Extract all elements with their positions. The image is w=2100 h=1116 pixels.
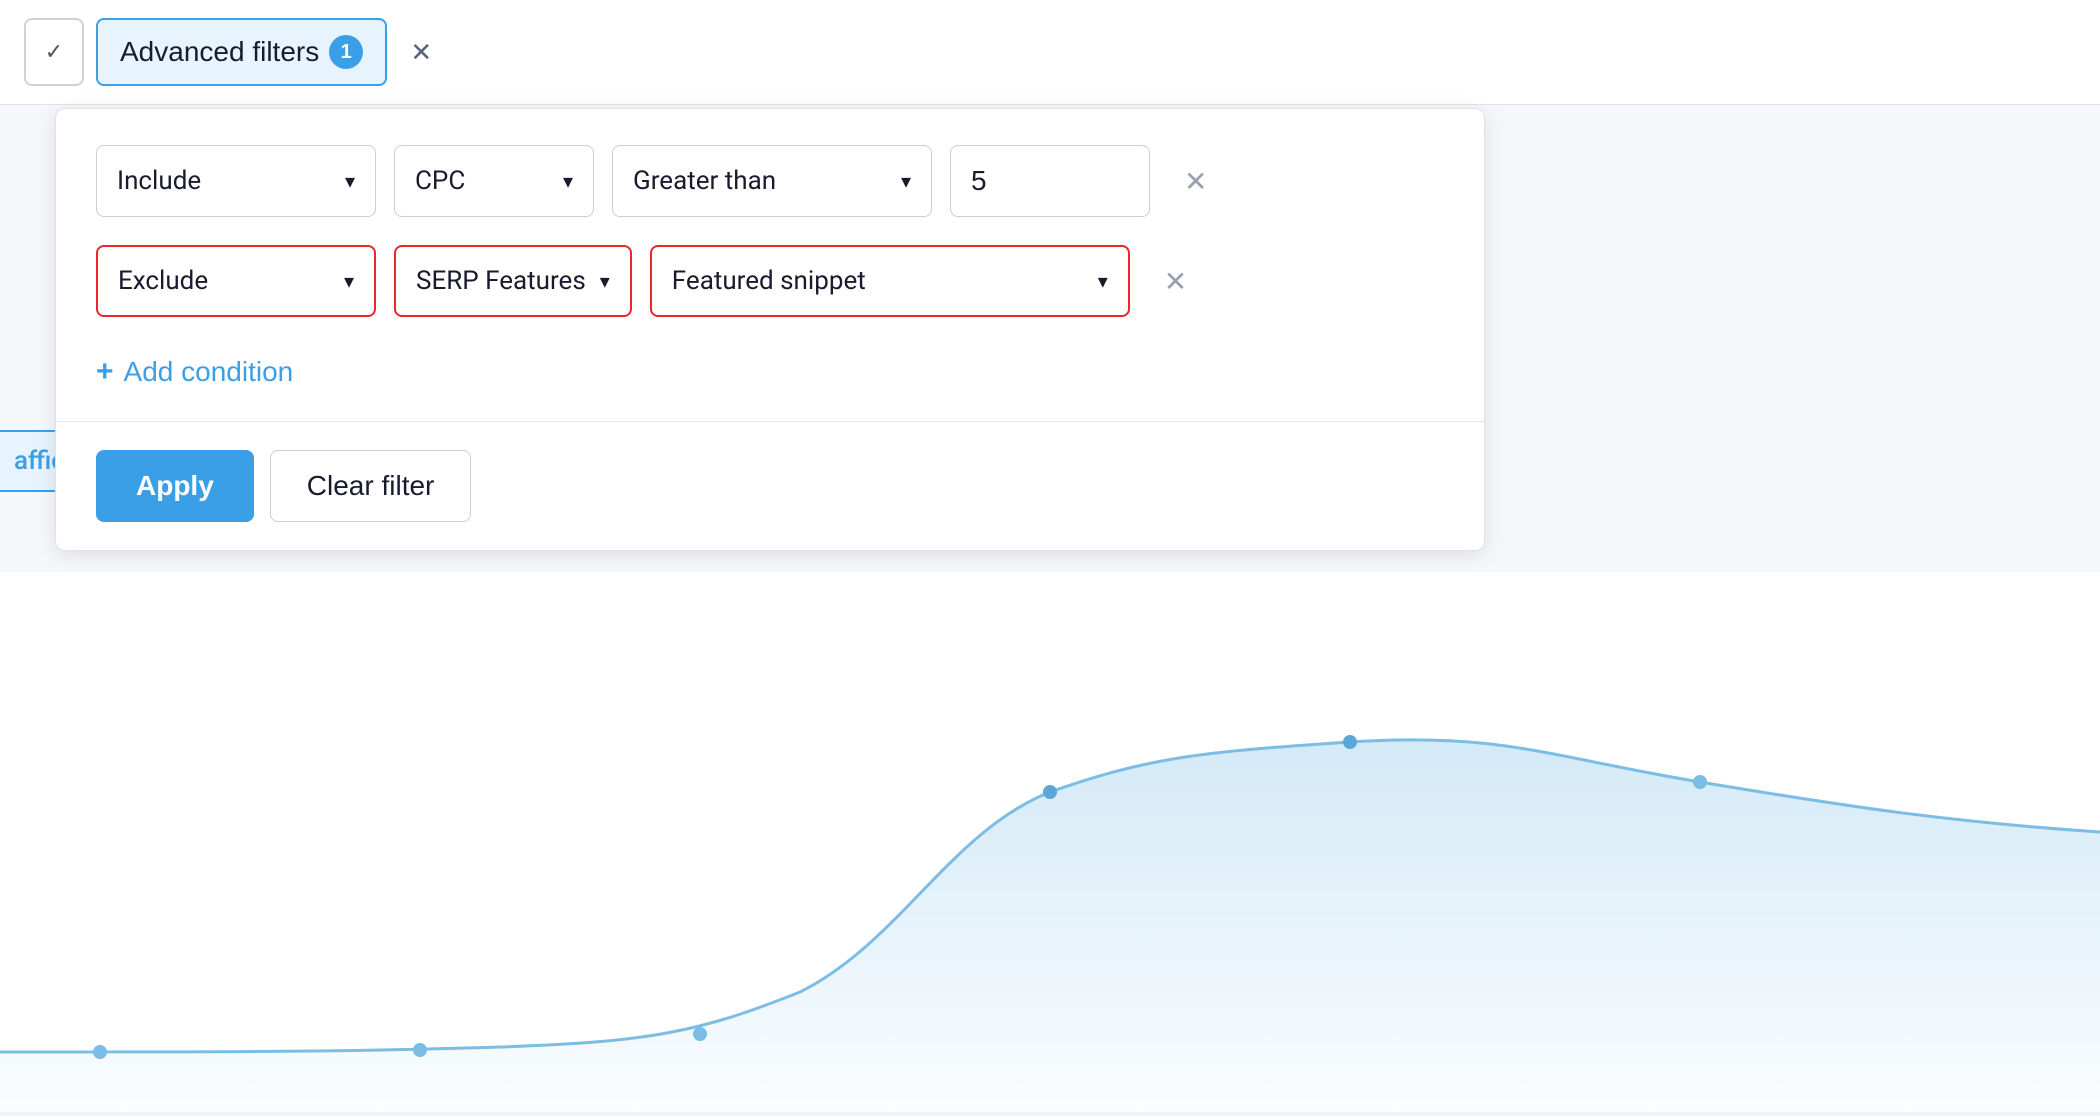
chart-point <box>1343 735 1357 749</box>
serp-features-select[interactable]: SERP Features ▾ <box>394 245 632 317</box>
row2-close-icon: ✕ <box>1164 265 1187 298</box>
chart-area <box>0 572 2100 1112</box>
toolbar: ✓ Advanced filters 1 ✕ <box>0 0 2100 105</box>
exclude-select-value: Exclude <box>118 266 208 296</box>
filter-panel-inner: Include ▾ CPC ▾ Greater than ▾ ✕ <box>56 109 1484 421</box>
include-chevron-icon: ▾ <box>345 169 355 193</box>
row2-close-button[interactable]: ✕ <box>1156 257 1195 306</box>
clear-filter-button[interactable]: Clear filter <box>270 450 472 522</box>
include-select[interactable]: Include ▾ <box>96 145 376 217</box>
serp-chevron-icon: ▾ <box>600 269 610 293</box>
filter-panel: Include ▾ CPC ▾ Greater than ▾ ✕ <box>55 108 1485 551</box>
close-icon: ✕ <box>410 37 432 68</box>
row1-close-button[interactable]: ✕ <box>1176 157 1215 206</box>
chart-point <box>1693 775 1707 789</box>
advanced-filters-label: Advanced filters <box>120 36 319 68</box>
page-wrapper: ✓ Advanced filters 1 ✕ Include ▾ CPC ▾ <box>0 0 2100 1112</box>
apply-button[interactable]: Apply <box>96 450 254 522</box>
panel-actions: Apply Clear filter <box>56 422 1484 550</box>
advanced-filters-button[interactable]: Advanced filters 1 <box>96 18 387 86</box>
gt-chevron-icon: ▾ <box>901 169 911 193</box>
plus-icon: + <box>96 355 114 389</box>
close-advanced-filters-button[interactable]: ✕ <box>399 30 443 74</box>
serp-select-value: SERP Features <box>416 266 586 296</box>
include-select-value: Include <box>117 166 201 196</box>
row1-close-icon: ✕ <box>1184 165 1207 198</box>
featured-select-value: Featured snippet <box>672 266 866 296</box>
exclude-chevron-icon: ▾ <box>344 269 354 293</box>
clear-label: Clear filter <box>307 470 435 501</box>
apply-label: Apply <box>136 470 214 501</box>
featured-snippet-select[interactable]: Featured snippet ▾ <box>650 245 1130 317</box>
add-condition-label: Add condition <box>124 356 294 388</box>
cpc-select[interactable]: CPC ▾ <box>394 145 594 217</box>
add-condition-button[interactable]: + Add condition <box>96 345 293 421</box>
value-input[interactable] <box>950 145 1150 217</box>
filter-row-1: Include ▾ CPC ▾ Greater than ▾ ✕ <box>96 145 1444 217</box>
gt-select-value: Greater than <box>633 166 776 196</box>
chart-point <box>93 1045 107 1059</box>
featured-chevron-icon: ▾ <box>1098 269 1108 293</box>
chart-svg <box>0 572 2100 1112</box>
check-button[interactable]: ✓ <box>24 18 84 86</box>
exclude-select[interactable]: Exclude ▾ <box>96 245 376 317</box>
chart-point <box>693 1027 707 1041</box>
filter-count-badge: 1 <box>329 35 363 69</box>
cpc-select-value: CPC <box>415 166 465 196</box>
chart-point <box>413 1043 427 1057</box>
cpc-chevron-icon: ▾ <box>563 169 573 193</box>
chart-point <box>1043 785 1057 799</box>
filter-row-2: Exclude ▾ SERP Features ▾ Featured snipp… <box>96 245 1444 317</box>
greater-than-select[interactable]: Greater than ▾ <box>612 145 932 217</box>
